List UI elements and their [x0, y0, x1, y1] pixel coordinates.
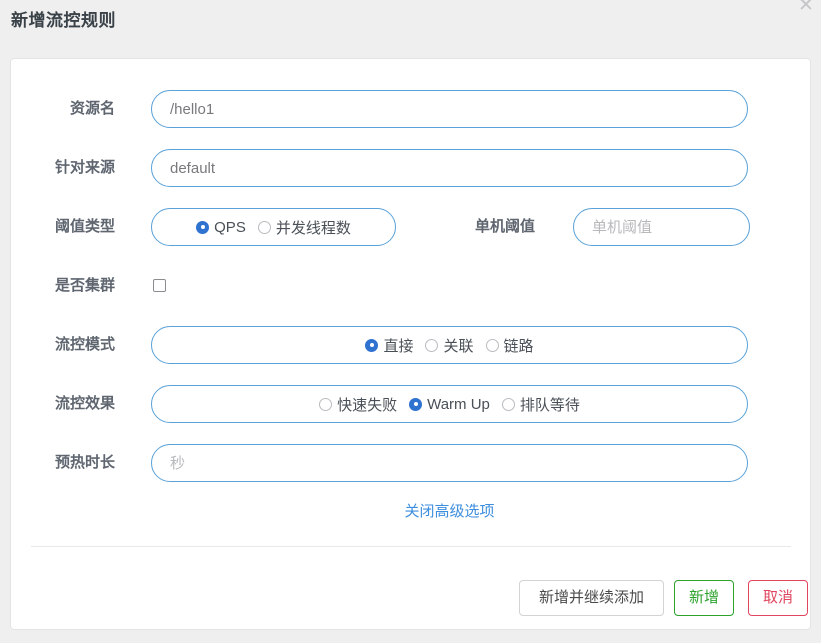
- flow-effect-option-fail-fast[interactable]: 快速失败: [319, 394, 397, 415]
- flow-mode-option-chain[interactable]: 链路: [485, 335, 534, 356]
- flow-effect-option-label: 排队等待: [519, 396, 580, 414]
- form-row-threshold: 阈值类型 QPS 并发线程数 单机阈值: [11, 197, 810, 256]
- add-and-continue-button[interactable]: 新增并继续添加: [519, 580, 664, 616]
- flow-effect-label: 流控效果: [54, 395, 115, 412]
- origin-input[interactable]: [151, 149, 748, 187]
- add-button[interactable]: 新增: [674, 580, 734, 616]
- flow-mode-option-direct[interactable]: 直接: [365, 335, 413, 356]
- flow-effect-option-label: 快速失败: [337, 396, 398, 414]
- form-row-advanced-toggle: 关闭高级选项: [11, 492, 810, 536]
- is-cluster-label: 是否集群: [54, 277, 115, 294]
- resource-input[interactable]: [151, 90, 748, 128]
- flow-mode-option-label: 直接: [383, 337, 414, 355]
- page-title: 新增流控规则: [11, 11, 116, 30]
- threshold-type-option-threads[interactable]: 并发线程数: [257, 217, 351, 238]
- radio-selected-icon: [196, 220, 210, 234]
- single-threshold-input[interactable]: [573, 208, 750, 246]
- radio-selected-icon: [409, 397, 423, 411]
- close-icon[interactable]: ✕: [795, 0, 817, 16]
- radio-unselected-icon: [319, 397, 333, 411]
- threshold-type-radio-group[interactable]: QPS 并发线程数: [151, 208, 396, 246]
- radio-unselected-icon: [257, 220, 271, 234]
- threshold-type-option-qps[interactable]: QPS: [196, 219, 246, 236]
- origin-label: 针对来源: [54, 159, 115, 176]
- flow-mode-option-label: 链路: [503, 337, 534, 355]
- warmup-duration-label: 预热时长: [54, 454, 115, 471]
- add-flow-rule-dialog: 新增流控规则 ✕ 资源名 针对来源 阈值类型 QPS: [0, 0, 821, 643]
- radio-unselected-icon: [485, 338, 499, 352]
- threshold-type-option-label: 并发线程数: [275, 219, 351, 237]
- form-row-flow-mode: 流控模式 直接 关联 链路: [11, 315, 810, 374]
- flow-rule-form: 资源名 针对来源 阈值类型 QPS 并发线程数: [11, 79, 810, 536]
- threshold-type-label: 阈值类型: [54, 218, 115, 235]
- radio-unselected-icon: [501, 397, 515, 411]
- flow-effect-radio-group[interactable]: 快速失败 Warm Up 排队等待: [151, 385, 748, 423]
- form-row-resource: 资源名: [11, 79, 810, 138]
- threshold-type-option-label: QPS: [214, 218, 246, 236]
- flow-mode-radio-group[interactable]: 直接 关联 链路: [151, 326, 748, 364]
- flow-mode-label: 流控模式: [54, 336, 115, 353]
- dialog-body-panel: 资源名 针对来源 阈值类型 QPS 并发线程数: [10, 58, 811, 630]
- form-row-warmup: 预热时长: [11, 433, 810, 492]
- footer-divider: [31, 546, 791, 547]
- resource-label: 资源名: [69, 100, 115, 117]
- warmup-duration-input[interactable]: [151, 444, 748, 482]
- flow-effect-option-queue[interactable]: 排队等待: [501, 394, 580, 415]
- dialog-header: 新增流控规则 ✕: [0, 0, 821, 58]
- advanced-options-toggle-link[interactable]: 关闭高级选项: [151, 500, 748, 521]
- flow-effect-option-warm-up[interactable]: Warm Up: [409, 396, 490, 413]
- flow-mode-option-label: 关联: [443, 337, 474, 355]
- radio-selected-icon: [365, 338, 379, 352]
- form-row-flow-effect: 流控效果 快速失败 Warm Up 排队等待: [11, 374, 810, 433]
- single-threshold-label: 单机阈值: [474, 218, 535, 235]
- flow-effect-option-label: Warm Up: [427, 395, 490, 413]
- form-row-origin: 针对来源: [11, 138, 810, 197]
- flow-mode-option-relate[interactable]: 关联: [425, 335, 474, 356]
- cancel-button[interactable]: 取消: [748, 580, 808, 616]
- form-row-cluster: 是否集群: [11, 256, 810, 315]
- radio-unselected-icon: [425, 338, 439, 352]
- is-cluster-checkbox[interactable]: [153, 279, 166, 292]
